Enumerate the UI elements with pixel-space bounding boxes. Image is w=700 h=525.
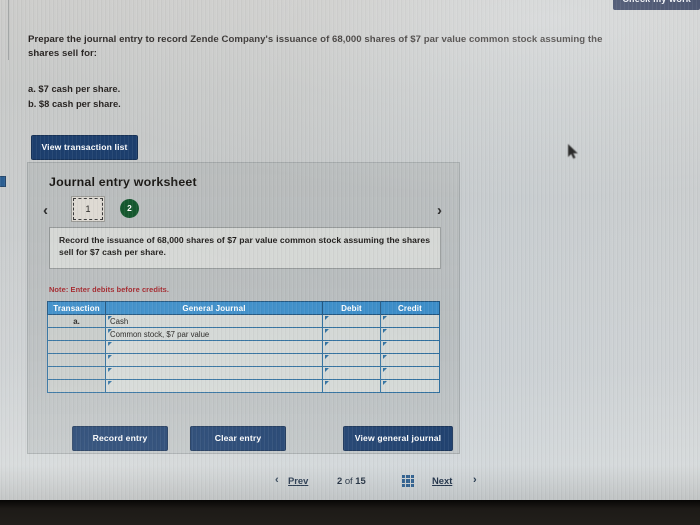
journal-entry-table: Transaction General Journal Debit Credit… [47, 301, 440, 393]
record-entry-button[interactable]: Record entry [72, 426, 168, 451]
cell-credit[interactable] [380, 353, 440, 367]
cell-caret-icon [108, 381, 112, 385]
cell-debit[interactable] [322, 327, 381, 341]
cell-caret-icon [325, 355, 329, 359]
debits-before-credits-note: Note: Enter debits before credits. [49, 285, 170, 294]
cell-transaction[interactable] [47, 353, 106, 367]
cell-credit[interactable] [380, 340, 440, 354]
pagination-footer: ‹ Prev 2 of 15 Next › [275, 472, 485, 492]
cell-caret-icon [325, 329, 329, 333]
worksheet-next-icon[interactable]: › [437, 201, 442, 221]
view-general-journal-button[interactable]: View general journal [343, 426, 453, 451]
column-header-general-journal: General Journal [105, 301, 323, 315]
question-options: a. $7 cash per share. b. $8 cash per sha… [28, 82, 121, 111]
view-transaction-list-button[interactable]: View transaction list [31, 135, 138, 160]
table-row: Common stock, $7 par value [47, 327, 440, 341]
cell-caret-icon [383, 355, 387, 359]
cell-transaction[interactable] [47, 327, 106, 341]
worksheet-title: Journal entry worksheet [49, 175, 197, 189]
cell-general-journal[interactable] [105, 340, 323, 354]
cell-caret-icon [383, 329, 387, 333]
cell-general-journal-text: Cash [110, 316, 129, 326]
next-chevron-icon[interactable]: › [473, 474, 477, 486]
next-page-link[interactable]: Next [432, 475, 452, 486]
cell-credit[interactable] [380, 314, 440, 328]
cell-general-journal[interactable] [105, 353, 323, 367]
worksheet-tab-strip: ‹ 1 2 › [43, 196, 448, 225]
clear-entry-button[interactable]: Clear entry [190, 426, 286, 451]
journal-entry-worksheet-panel: Journal entry worksheet ‹ 1 2 › Record t… [27, 162, 460, 454]
worksheet-tab-1[interactable]: 1 [71, 196, 105, 222]
sidebar-edge-tab[interactable] [0, 176, 6, 187]
cell-transaction[interactable]: a. [47, 314, 106, 328]
journal-entry-table-body: a. Cash Common stock, $7 par value [47, 314, 440, 393]
table-row [47, 366, 440, 380]
cell-caret-icon [325, 342, 329, 346]
question-prompt: Prepare the journal entry to record Zend… [28, 34, 603, 59]
cell-credit[interactable] [380, 366, 440, 380]
cell-caret-icon [383, 316, 387, 320]
option-a: a. $7 cash per share. [28, 83, 121, 94]
cell-general-journal[interactable]: Common stock, $7 par value [105, 327, 323, 341]
cell-credit[interactable] [380, 379, 440, 393]
prev-page-link[interactable]: Prev [288, 475, 308, 486]
grid-icon[interactable] [402, 475, 414, 487]
table-row: a. Cash [47, 314, 440, 328]
table-header-row: Transaction General Journal Debit Credit [47, 301, 440, 315]
cell-caret-icon [325, 316, 329, 320]
table-row [47, 353, 440, 367]
cell-transaction[interactable] [47, 366, 106, 380]
column-header-transaction: Transaction [47, 301, 106, 315]
monitor-screen: Check my work Prepare the journal entry … [0, 0, 700, 500]
page-counter: 2 of 15 [337, 475, 366, 486]
cell-credit[interactable] [380, 327, 440, 341]
cell-caret-icon [383, 342, 387, 346]
worksheet-instruction: Record the issuance of 68,000 shares of … [49, 227, 441, 269]
cell-general-journal[interactable] [105, 366, 323, 380]
cell-caret-icon [325, 381, 329, 385]
column-header-credit: Credit [380, 301, 440, 315]
cell-transaction[interactable] [47, 340, 106, 354]
cell-general-journal-text: Common stock, $7 par value [110, 329, 210, 339]
cell-debit[interactable] [322, 314, 381, 328]
cell-debit[interactable] [322, 379, 381, 393]
monitor-bezel [0, 500, 700, 525]
cell-debit[interactable] [322, 366, 381, 380]
content-left-border [8, 0, 10, 60]
cell-caret-icon [108, 342, 112, 346]
cell-debit[interactable] [322, 353, 381, 367]
cell-caret-icon [108, 355, 112, 359]
worksheet-tab-2[interactable]: 2 [120, 199, 139, 218]
page-counter-of: of [342, 475, 356, 486]
cell-caret-icon [383, 368, 387, 372]
prev-chevron-icon[interactable]: ‹ [275, 474, 279, 486]
check-my-work-button[interactable]: Check my work [613, 0, 700, 10]
worksheet-prev-icon[interactable]: ‹ [43, 201, 48, 221]
table-row [47, 379, 440, 393]
cell-general-journal[interactable]: Cash [105, 314, 323, 328]
cell-caret-icon [325, 368, 329, 372]
cell-caret-icon [383, 381, 387, 385]
page-counter-total: 15 [355, 475, 366, 486]
cell-general-journal[interactable] [105, 379, 323, 393]
table-row [47, 340, 440, 354]
assignment-page: Check my work Prepare the journal entry … [0, 0, 700, 500]
mouse-cursor [568, 144, 579, 159]
option-b: b. $8 cash per share. [28, 97, 121, 109]
cell-transaction[interactable] [47, 379, 106, 393]
cell-debit[interactable] [322, 340, 381, 354]
column-header-debit: Debit [322, 301, 381, 315]
cell-caret-icon [108, 368, 112, 372]
